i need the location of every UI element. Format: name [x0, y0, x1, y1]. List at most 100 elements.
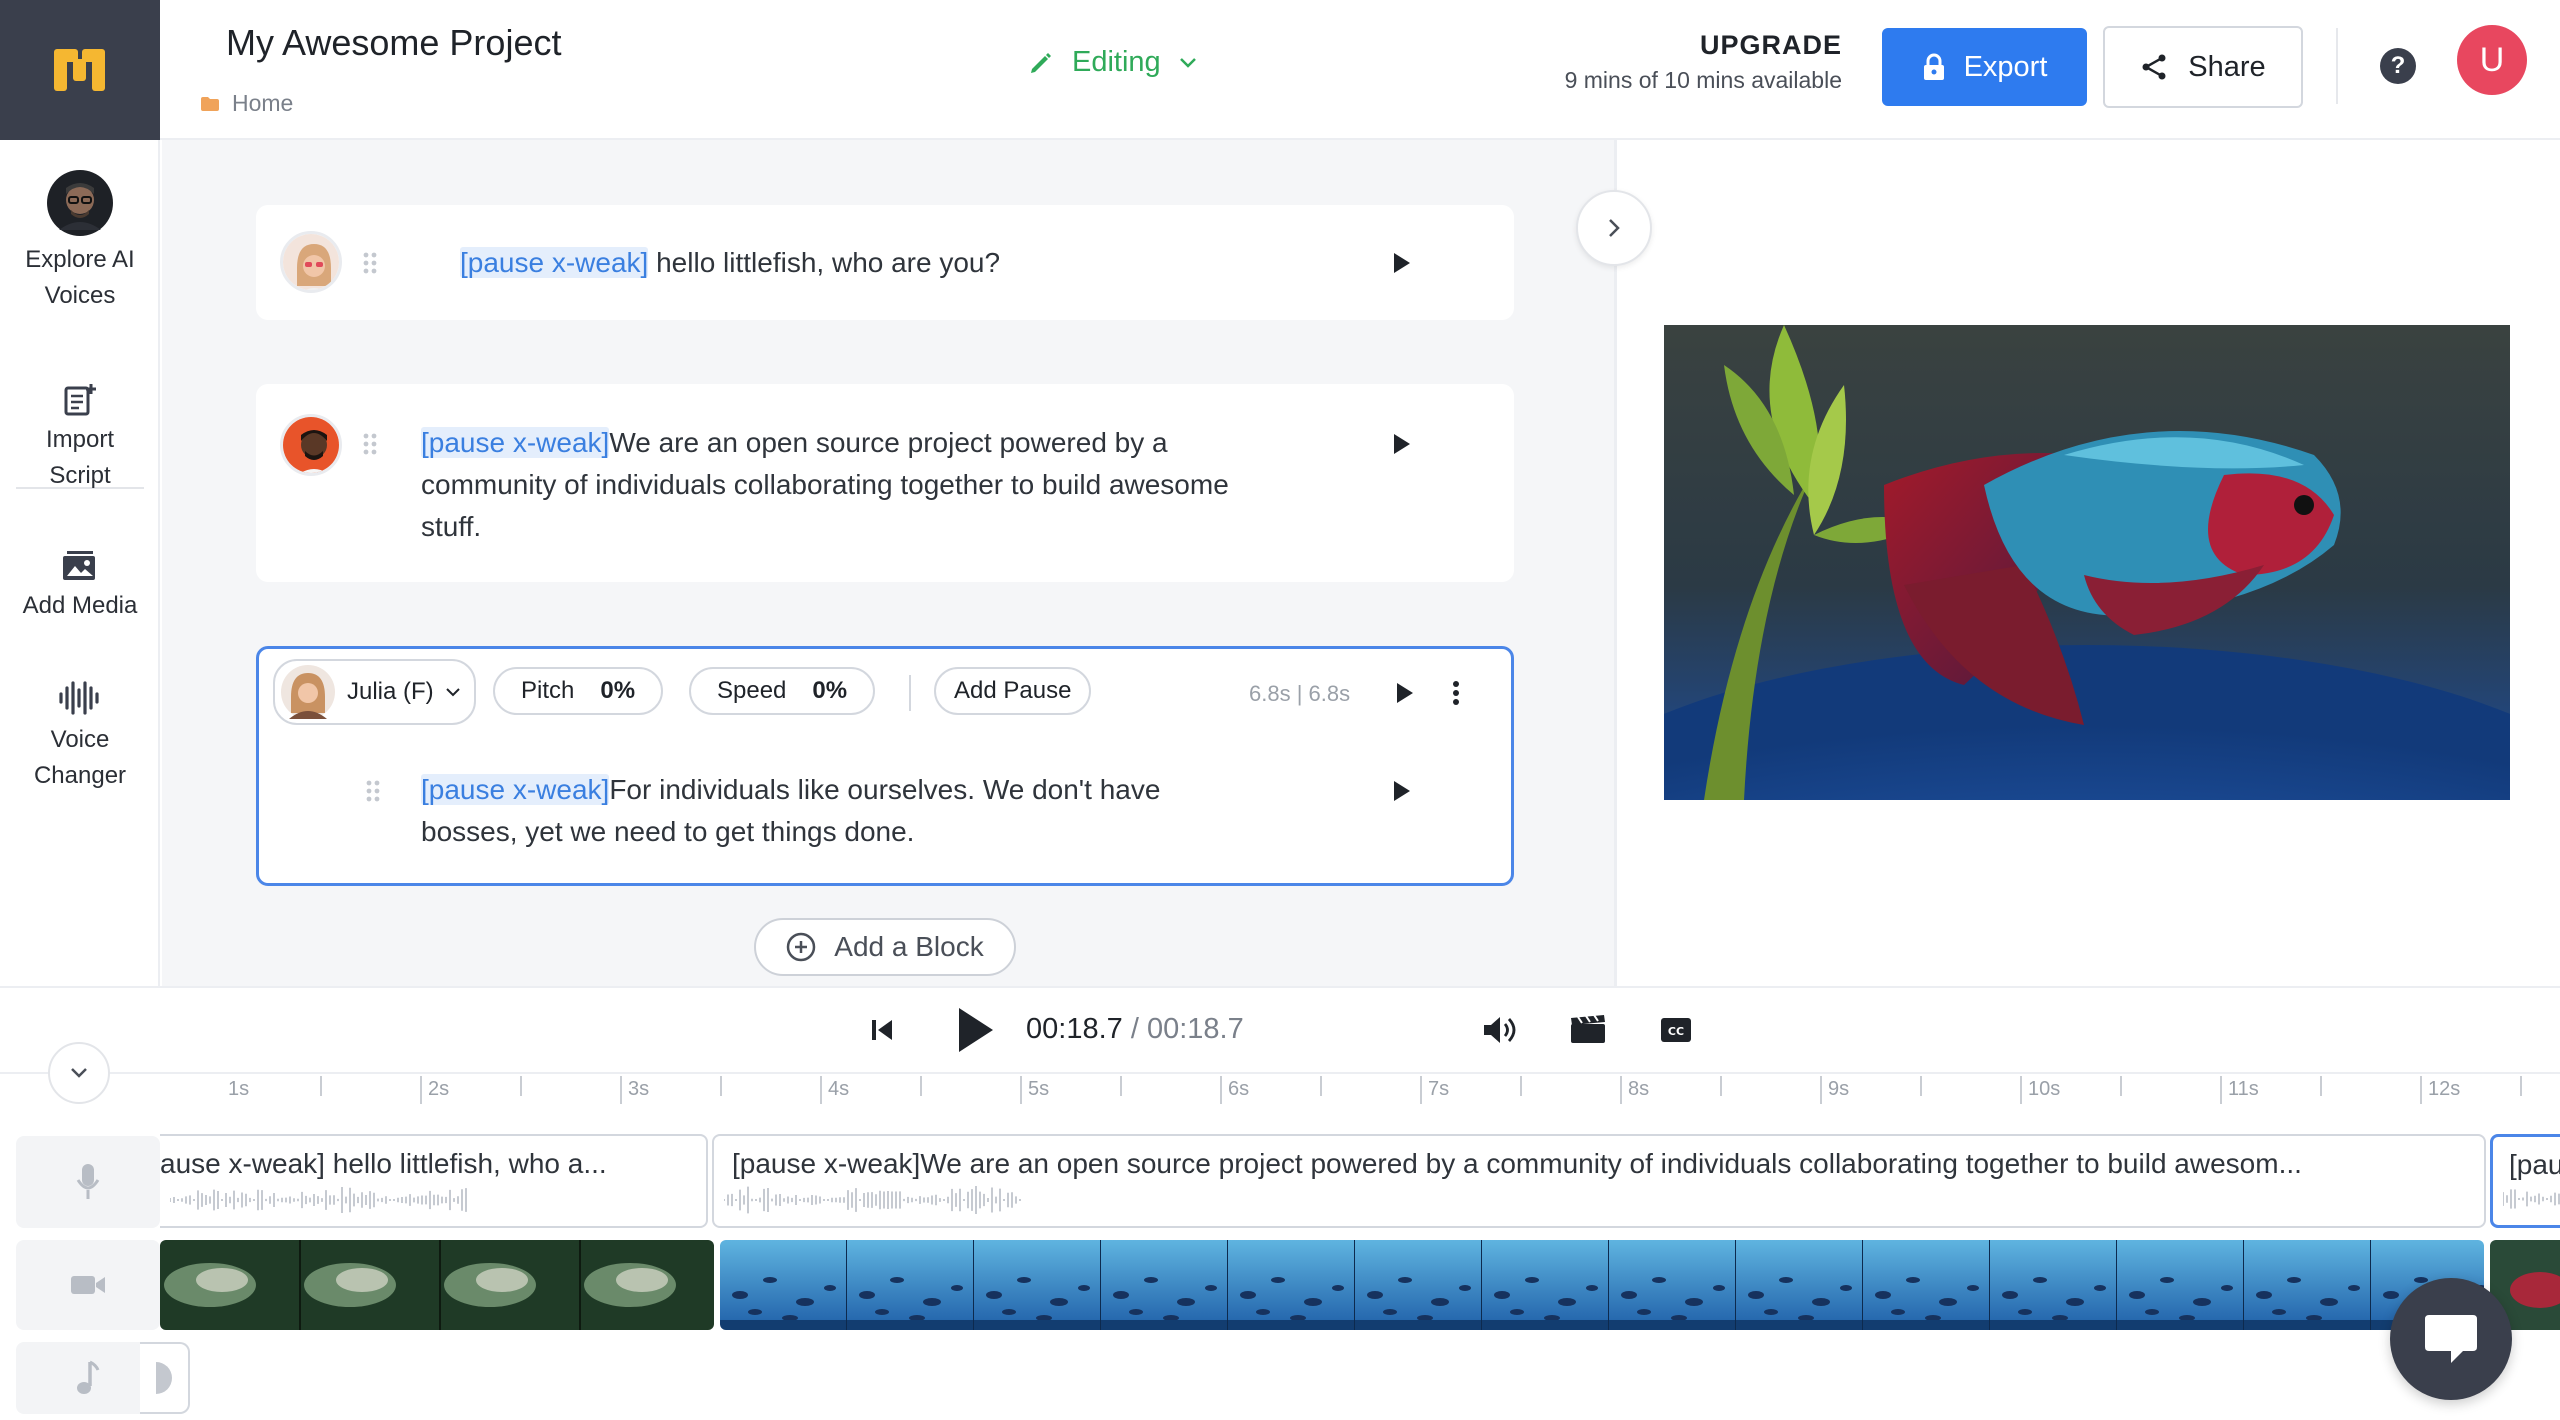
music-track-area[interactable] [140, 1342, 190, 1414]
block-text[interactable]: [pause x-weak]We are an open source proj… [421, 422, 1251, 548]
script-block[interactable]: [pause x-weak]We are an open source proj… [256, 384, 1514, 582]
pencil-icon [1031, 52, 1051, 73]
collapse-timeline-button[interactable] [48, 1042, 110, 1104]
video-clip-betta-fish[interactable] [160, 1240, 714, 1330]
ruler-major-tick [1820, 1076, 1822, 1104]
ruler-minor-tick [720, 1076, 722, 1096]
waveform-bars [170, 1187, 467, 1213]
sidebar-item-add-media[interactable]: Add Media [0, 548, 160, 624]
import-script-icon [64, 384, 96, 416]
drag-handle-icon[interactable] [362, 432, 378, 456]
voice-avatar[interactable] [280, 414, 342, 476]
add-pause-button[interactable]: Add Pause [934, 667, 1092, 715]
closed-captions-icon[interactable]: CC [1660, 1017, 1692, 1043]
volume-icon[interactable] [1482, 1014, 1518, 1046]
breadcrumb[interactable]: Home [200, 90, 293, 117]
voice-selector[interactable]: Julia (F) [273, 659, 476, 725]
collapse-preview-button[interactable] [1576, 190, 1652, 266]
pause-tag[interactable]: [pause x-weak] [421, 427, 610, 458]
voice-clip[interactable]: [pause x-weak]We are an open source proj… [712, 1134, 2486, 1228]
block-play-button[interactable] [1394, 253, 1410, 273]
script-block-active[interactable]: Julia (F) Pitch 0% Speed 0% Add Pause 6.… [256, 646, 1514, 886]
project-title[interactable]: My Awesome Project [226, 22, 561, 64]
sidebar-item-voice-changer[interactable]: Voice Changer [0, 680, 160, 794]
sidebar-label-voice-1: Voice [50, 726, 110, 753]
app-logo[interactable] [0, 0, 160, 140]
avatar-female-icon [283, 234, 339, 290]
lock-icon [1923, 53, 1944, 80]
ruler-minor-tick [320, 1076, 322, 1096]
waveform [2503, 1189, 2560, 1209]
ruler-tick-label: 12s [2428, 1078, 2461, 1100]
ruler-major-tick [620, 1076, 622, 1104]
chat-support-button[interactable] [2390, 1278, 2512, 1400]
avatar-julia-icon [281, 665, 335, 719]
music-track-label [16, 1342, 160, 1414]
pitch-control[interactable]: Pitch 0% [493, 667, 664, 715]
ruler-tick-label: 9s [1828, 1078, 1850, 1100]
music-note-icon [77, 1360, 100, 1394]
share-button[interactable]: Share [2103, 26, 2303, 108]
speed-control[interactable]: Speed 0% [689, 667, 876, 715]
voice-track-label [16, 1136, 160, 1228]
ruler-tick-label: 3s [628, 1078, 650, 1100]
export-button[interactable]: Export [1882, 28, 2087, 106]
avatar-male-icon [283, 417, 339, 473]
ruler-minor-tick [2520, 1076, 2522, 1096]
voice-clip-selected[interactable]: [pau [2490, 1134, 2560, 1228]
microphone-icon [76, 1164, 100, 1199]
export-label: Export [1963, 50, 2048, 83]
script-block[interactable]: [pause x-weak] hello littlefish, who are… [256, 205, 1514, 320]
voice-clip-label: ause x-weak] hello littlefish, who a... [160, 1148, 607, 1179]
breadcrumb-home[interactable]: Home [232, 90, 293, 117]
waveform-bars [2503, 1189, 2560, 1209]
user-avatar[interactable]: U [2457, 25, 2527, 95]
pause-tag[interactable]: [pause x-weak] [421, 774, 610, 805]
drag-handle-icon[interactable] [362, 251, 378, 275]
ruler-tick-label: 7s [1428, 1078, 1450, 1100]
player-bar [0, 986, 2560, 1074]
ruler-tick-label: 4s [828, 1078, 850, 1100]
voice-name: Julia (F) [347, 678, 434, 705]
block-text[interactable]: [pause x-weak] hello littlefish, who are… [460, 242, 1000, 284]
svg-text:CC: CC [1668, 1025, 1684, 1038]
block-play-button[interactable] [1397, 683, 1413, 703]
ruler-major-tick [1020, 1076, 1022, 1104]
upgrade-link[interactable]: UPGRADE [1500, 30, 1842, 61]
folder-icon [201, 96, 219, 111]
header-divider [2336, 28, 2338, 104]
ruler-tick-label: 2s [428, 1078, 450, 1100]
ruler-major-tick [820, 1076, 822, 1104]
time-separator: / [1130, 1013, 1139, 1045]
clapperboard-icon[interactable] [1570, 1014, 1606, 1044]
video-preview[interactable] [1664, 325, 2510, 800]
add-block-button[interactable]: Add a Block [754, 918, 1016, 976]
video-clip-underwater[interactable] [720, 1240, 2484, 1330]
ruler-minor-tick [1720, 1076, 1722, 1096]
skip-back-icon[interactable] [870, 1018, 894, 1042]
help-icon[interactable]: ? [2380, 48, 2416, 84]
voice-changer-icon [59, 681, 99, 715]
mode-dropdown[interactable]: Editing [1028, 46, 1197, 79]
chevron-right-icon [1609, 219, 1620, 237]
upgrade-info[interactable]: UPGRADE 9 mins of 10 mins available [1500, 30, 1842, 94]
playback-time: 00:18.7 / 00:18.7 [1026, 1013, 1244, 1046]
pitch-label: Pitch [521, 677, 575, 704]
pause-tag[interactable]: [pause x-weak] [460, 247, 649, 278]
waveform-bars [724, 1186, 1021, 1214]
block-play-button[interactable] [1394, 781, 1410, 801]
drag-handle-icon[interactable] [365, 779, 381, 803]
more-options-icon[interactable] [1451, 679, 1461, 707]
sidebar-item-import-script[interactable]: Import Script [0, 382, 160, 494]
block-text-content: hello littlefish, who are you? [648, 247, 1001, 278]
voice-clip-label: [pau [2509, 1149, 2560, 1180]
voice-avatar[interactable] [280, 231, 342, 293]
block-play-button[interactable] [1394, 434, 1410, 454]
ruler-major-tick [2420, 1076, 2422, 1104]
sidebar-item-explore-ai-voices[interactable]: Explore AI Voices [0, 170, 160, 314]
voice-clip[interactable]: ause x-weak] hello littlefish, who a... [160, 1134, 708, 1228]
video-track-label [16, 1240, 160, 1330]
play-icon[interactable] [955, 1006, 995, 1054]
ruler-minor-tick [1920, 1076, 1922, 1096]
block-text[interactable]: [pause x-weak]For individuals like ourse… [421, 769, 1251, 853]
